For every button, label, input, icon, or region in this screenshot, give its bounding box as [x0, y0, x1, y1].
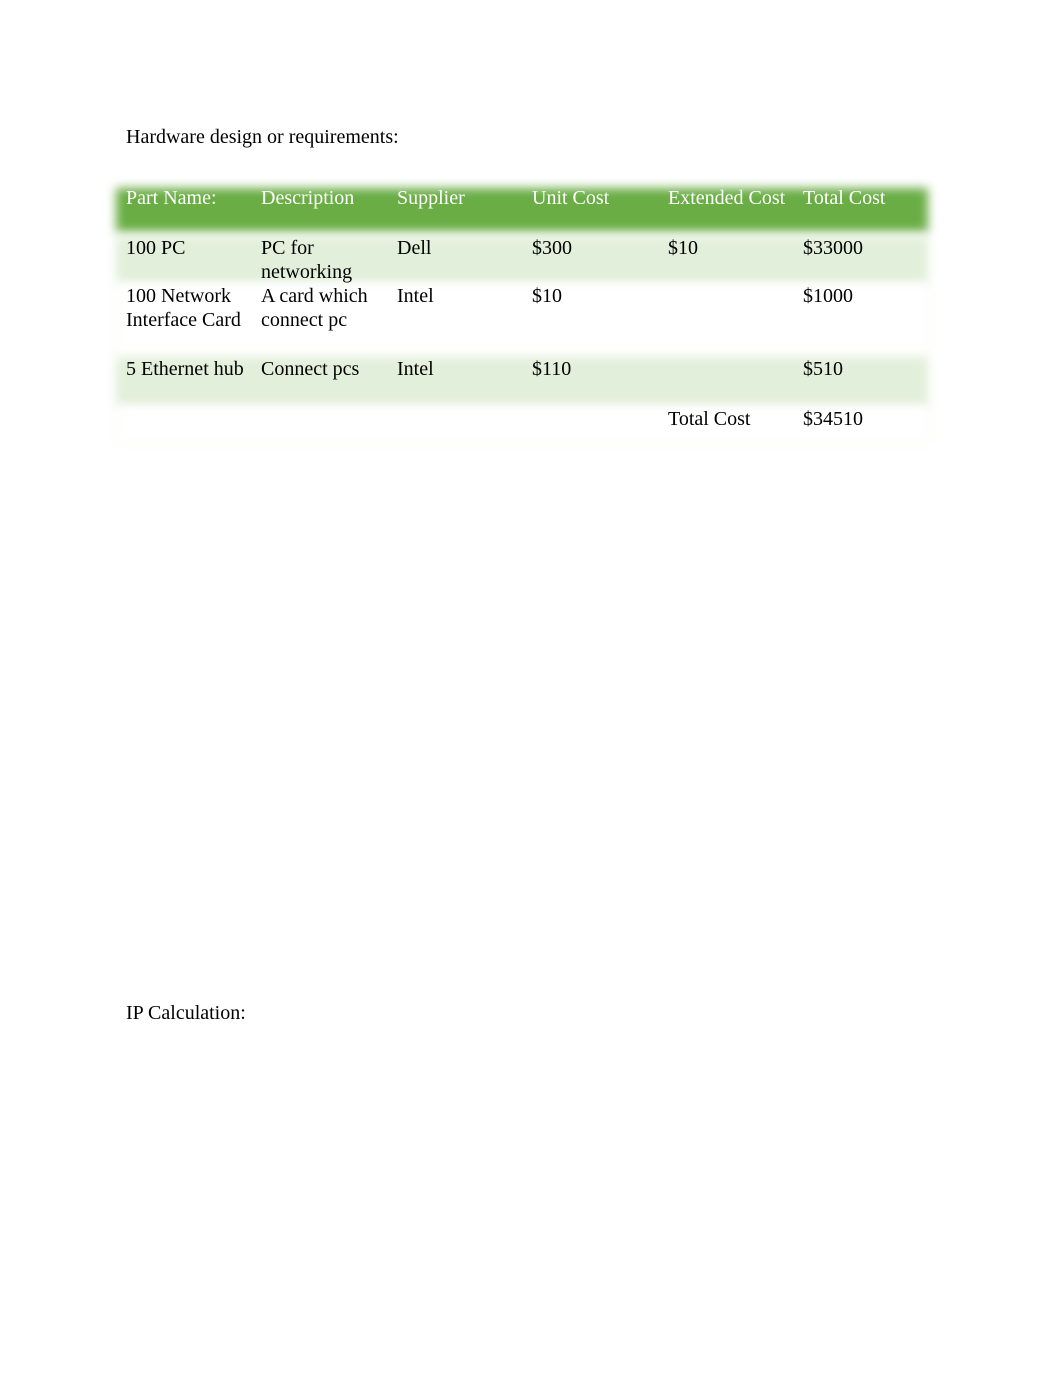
cell-total-cost: $1000 [803, 285, 853, 307]
header-extended-cost: Extended Cost [668, 187, 786, 209]
table-total-row: Total Cost $34510 [116, 407, 928, 443]
table-row: 5 Ethernet hub Connect pcs Intel $110 $5… [116, 357, 928, 407]
header-part-name: Part Name: [126, 187, 217, 209]
cell-empty [251, 407, 387, 443]
cell-part-name: 100 Network Interface Card [126, 285, 241, 331]
hardware-cost-table: Part Name: Description Supplier Unit Cos… [116, 186, 928, 443]
cell-empty [387, 407, 522, 443]
cell-part-name: 5 Ethernet hub [126, 358, 244, 380]
table-row: 100 Network Interface Card A card which … [116, 284, 928, 357]
table-header-row: Part Name: Description Supplier Unit Cos… [116, 186, 928, 236]
cell-unit-cost: $110 [532, 358, 572, 380]
total-cost-label: Total Cost [668, 408, 751, 430]
cell-unit-cost: $10 [532, 285, 562, 307]
total-cost-value: $34510 [803, 408, 863, 430]
cell-part-name: 100 PC [126, 237, 186, 259]
cell-total-cost: $510 [803, 358, 843, 380]
header-unit-cost: Unit Cost [532, 187, 610, 209]
cell-empty [522, 407, 658, 443]
cell-extended-cost [658, 357, 793, 407]
cell-extended-cost: $10 [668, 237, 698, 259]
header-description: Description [261, 187, 355, 209]
hardware-requirements-heading: Hardware design or requirements: [126, 126, 399, 148]
ip-calculation-heading: IP Calculation: [126, 1002, 246, 1024]
cell-description: Connect pcs [261, 358, 360, 380]
cell-description: PC for networking [261, 237, 353, 283]
cell-description: A card which connect pc [261, 285, 368, 331]
cell-supplier: Dell [397, 237, 432, 259]
table-row: 100 PC PC for networking Dell $300 $10 $… [116, 236, 928, 284]
header-total-cost: Total Cost [803, 187, 886, 209]
cell-extended-cost [658, 284, 793, 357]
header-supplier: Supplier [397, 187, 465, 209]
cell-unit-cost: $300 [532, 237, 572, 259]
cell-supplier: Intel [397, 358, 434, 380]
cell-total-cost: $33000 [803, 237, 863, 259]
cell-empty [116, 407, 251, 443]
cell-supplier: Intel [397, 285, 434, 307]
